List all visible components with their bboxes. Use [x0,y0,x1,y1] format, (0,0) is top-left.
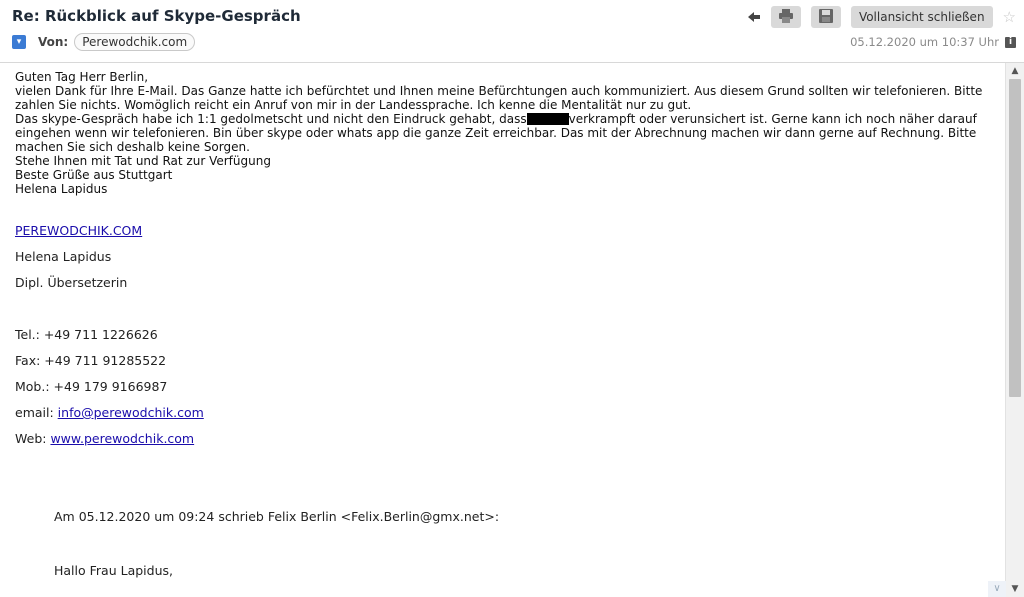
quoted-header: Am 05.12.2020 um 09:24 schrieb Felix Ber… [54,509,500,524]
back-arrow-icon[interactable] [747,11,761,23]
email-content: Guten Tag Herr Berlin, vielen Dank für I… [0,63,1006,597]
print-icon [778,8,794,27]
paragraph-2: Das skype-Gespräch habe ich 1:1 gedolmet… [15,112,1000,154]
save-button[interactable] [810,6,841,28]
cut-off-text-line [54,591,934,593]
scrollbar-thumb[interactable] [1009,79,1021,397]
signature-web-link[interactable]: www.perewodchik.com [50,431,194,446]
signature-web-label: Web: [15,431,47,446]
support-line: Stehe Ihnen mit Tat und Rat zur Verfügun… [15,154,271,168]
greeting-line: Guten Tag Herr Berlin, [15,70,149,84]
star-icon[interactable]: ☆ [1003,8,1016,26]
signature-email-link[interactable]: info@perewodchik.com [58,405,204,420]
dateline: 05.12.2020 um 10:37 Uhr i [850,35,1016,49]
signature-site: PEREWODCHIK.COM [15,223,142,238]
signature-tel: Tel.: +49 711 1226626 [15,327,158,342]
name-line: Helena Lapidus [15,182,108,196]
save-icon [818,8,833,27]
print-button[interactable] [770,6,801,28]
signature-web: Web: www.perewodchik.com [15,431,194,446]
expand-icon[interactable]: ▾ [12,35,26,49]
toolbar: Vollansicht schließen ☆ [747,6,1016,28]
quoted-greeting: Hallo Frau Lapidus, [54,563,173,578]
signature-mob: Mob.: +49 179 9166987 [15,379,168,394]
signature-email-label: email: [15,405,54,420]
close-fullview-button[interactable]: Vollansicht schließen [850,6,993,28]
scroll-up-icon[interactable]: ▲ [1006,63,1024,79]
from-row: ▾ Von: Perewodchik.com [12,32,196,52]
regards-line: Beste Grüße aus Stuttgart [15,168,173,182]
signature-fax: Fax: +49 711 91285522 [15,353,167,368]
scroll-down-icon[interactable]: ▼ [1006,581,1024,597]
scroll-corner-icon: ∨ [988,581,1006,597]
info-icon[interactable]: i [1005,36,1016,48]
signature-email: email: info@perewodchik.com [15,405,204,420]
signature-name: Helena Lapidus [15,249,112,264]
paragraph-2-start: Das skype-Gespräch habe ich 1:1 gedolmet… [15,112,527,126]
redacted-name [526,113,569,125]
paragraph-1: vielen Dank für Ihre E-Mail. Das Ganze h… [15,84,983,112]
email-body: Guten Tag Herr Berlin, vielen Dank für I… [15,70,1000,196]
signature-title: Dipl. Übersetzerin [15,275,128,290]
vertical-scrollbar[interactable]: ▲ ▼ [1005,63,1024,597]
signature-site-link[interactable]: PEREWODCHIK.COM [15,223,142,238]
email-subject: Re: Rückblick auf Skype-Gespräch [12,7,301,25]
email-header: Re: Rückblick auf Skype-Gespräch ▾ Von: … [0,0,1024,63]
sender-chip[interactable]: Perewodchik.com [74,33,196,51]
from-label: Von: [38,35,69,49]
email-date: 05.12.2020 um 10:37 Uhr [850,35,999,49]
